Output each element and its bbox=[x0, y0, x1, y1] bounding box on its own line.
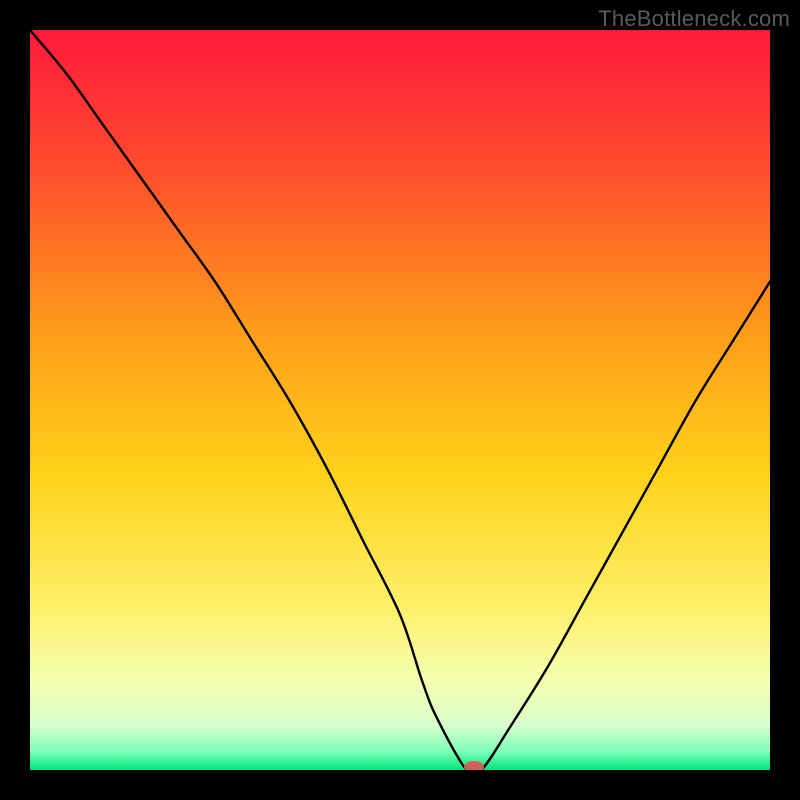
watermark-text: TheBottleneck.com bbox=[598, 6, 790, 32]
gradient-background bbox=[30, 30, 770, 770]
bottleneck-chart bbox=[30, 30, 770, 770]
plot-area bbox=[30, 30, 770, 770]
chart-frame: TheBottleneck.com bbox=[0, 0, 800, 800]
